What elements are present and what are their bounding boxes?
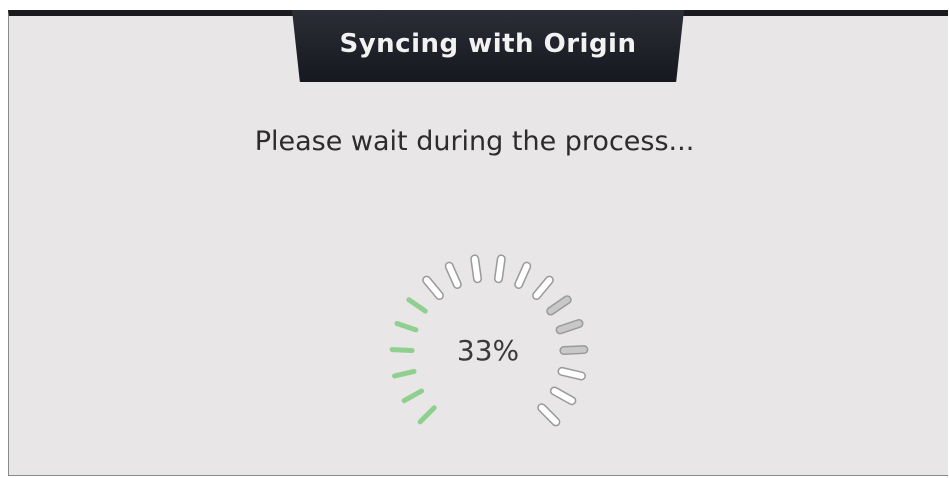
progress-segment-pending — [515, 263, 530, 288]
progress-segment-pending — [551, 387, 575, 404]
progress-segment-done — [394, 320, 419, 333]
progress-segment-pending — [495, 255, 505, 282]
progress-segment-pending — [471, 255, 481, 282]
progress-segment-done — [417, 405, 437, 425]
progress-percent: 33% — [456, 334, 520, 367]
progress-segment-done — [401, 388, 425, 404]
dialog-title: Syncing with Origin — [339, 29, 637, 59]
dialog-title-tab: Syncing with Origin — [292, 10, 684, 82]
status-message: Please wait during the process... — [254, 126, 695, 157]
progress-segment-done — [406, 297, 428, 314]
progress-segment-done — [392, 368, 417, 379]
progress-segment-pending — [446, 263, 461, 288]
